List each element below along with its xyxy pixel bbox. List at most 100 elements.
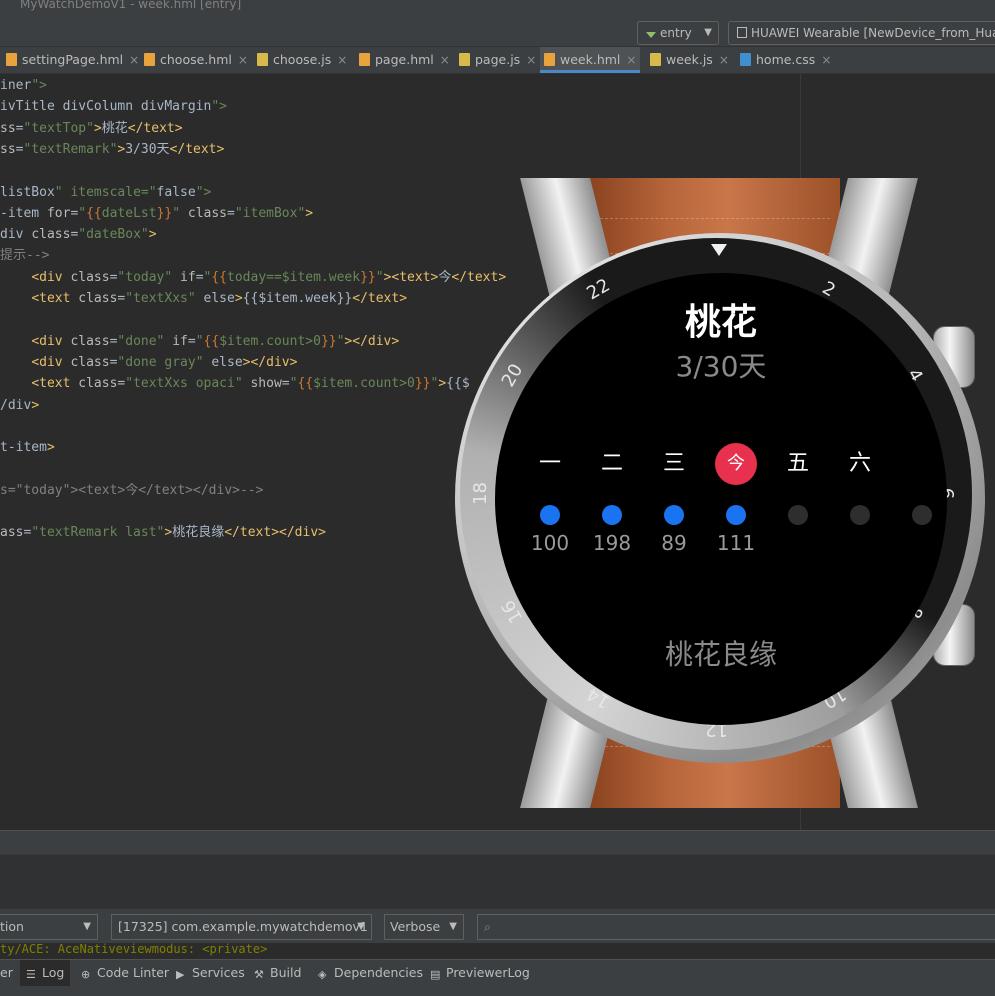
tab-page-js[interactable]: page.js × [455, 47, 540, 73]
bottom-tab-build[interactable]: ⚒ Build [248, 960, 307, 986]
close-icon[interactable]: × [440, 53, 450, 67]
css-file-icon [740, 53, 751, 66]
js-file-icon [257, 53, 268, 66]
chevron-down-icon: ▼ [357, 921, 365, 932]
bezel-number: 18 [469, 482, 491, 505]
done-dot [726, 505, 746, 525]
code-line[interactable]: iner"> [0, 75, 47, 96]
tab-label: choose.js [273, 52, 332, 67]
js-file-icon [650, 53, 661, 66]
tab-week-js[interactable]: week.js × [646, 47, 733, 73]
previewer-log-icon: ▤ [430, 968, 441, 981]
day-count: 89 [661, 531, 687, 555]
bottom-tab-services[interactable]: ▶ Services [170, 960, 251, 986]
close-icon[interactable]: × [626, 53, 636, 67]
editor-tabs: settingPage.hml × choose.hml × choose.js × pag… [0, 47, 995, 74]
code-line[interactable]: ss="textTop">桃花</text> [0, 118, 183, 139]
bottom-tab-label: PreviewerLog [446, 965, 530, 980]
hml-file-icon [544, 53, 555, 66]
hml-file-icon [359, 53, 370, 66]
code-line[interactable]: <div class="done" if="{{$item.count>0}}"… [0, 331, 399, 352]
bottom-tab-label: Code Linter [97, 965, 170, 980]
code-line[interactable]: <text class="textXxs" else>{{$item.week}… [0, 288, 407, 309]
log-process-select[interactable]: [17325] com.example.mywatchdemov1 ▼ [111, 914, 372, 940]
close-icon[interactable]: × [821, 53, 831, 67]
tab-settingpage-hml[interactable]: settingPage.hml × [2, 47, 143, 73]
code-line[interactable]: ss="textRemark">3/30天</text> [0, 139, 224, 160]
dependencies-icon: ◈ [318, 968, 327, 981]
code-line[interactable]: -item for="{{dateLst}}" class="itemBox"> [0, 203, 313, 224]
code-editor[interactable]: iner"> ivTitle divColumn divMargin"> ss="t… [0, 74, 995, 830]
close-icon[interactable]: × [526, 53, 536, 67]
module-select[interactable]: entry ▼ [637, 21, 719, 45]
tab-label: home.css [756, 52, 816, 67]
done-dot [602, 505, 622, 525]
close-icon[interactable]: × [337, 53, 347, 67]
tab-page-hml[interactable]: page.hml × [355, 47, 454, 73]
logcat-toolbar: tion ▼ [17325] com.example.mywatchdemov1… [0, 909, 995, 943]
tool-window-header [0, 854, 995, 910]
code-line[interactable]: listBox" itemscale="false"> [0, 182, 211, 203]
close-icon[interactable]: × [238, 53, 248, 67]
log-device-select[interactable]: tion ▼ [0, 914, 98, 940]
done-dot [540, 505, 560, 525]
code-line[interactable]: /div> [0, 395, 39, 416]
code-linter-icon: ⊕ [81, 968, 91, 981]
log-output[interactable]: ty/ACE: AceNativeviewmodus: <private> [0, 943, 995, 959]
tab-choose-hml[interactable]: choose.hml × [140, 47, 252, 73]
bottom-tab-label: er [0, 965, 13, 980]
screen-title: 桃花 [684, 302, 757, 343]
bottom-tab-label: Services [192, 965, 245, 980]
watch-screen[interactable]: 桃花 3/30天 桃花良缘 一 100 二 198 三 89 今 111 五 六 [495, 273, 947, 725]
day-label: 二 [600, 451, 623, 476]
close-icon[interactable]: × [719, 53, 729, 67]
tab-week-hml[interactable]: week.hml × [540, 47, 641, 73]
day-label: 一 [538, 451, 561, 476]
log-search-input[interactable]: ⌕ [477, 914, 995, 940]
day-count: 111 [716, 531, 756, 555]
code-line[interactable]: ass="textRemark last">桃花良缘</text></div> [0, 522, 326, 543]
pending-dot [850, 505, 870, 525]
bottom-tab-previewerlog[interactable]: ▤ PreviewerLog [424, 960, 536, 986]
hml-file-icon [144, 53, 155, 66]
tab-choose-js[interactable]: choose.js × [253, 47, 351, 73]
bottom-tab-er[interactable]: er [0, 960, 19, 986]
tab-home-css[interactable]: home.css × [736, 47, 835, 73]
code-line[interactable]: s="today"><text>今</text></div>--> [0, 480, 263, 501]
code-line[interactable]: ivTitle divColumn divMargin"> [0, 96, 227, 117]
watch-previewer: 222204186168141012 桃花 3/30天 桃花良缘 一100二19… [455, 178, 985, 808]
tab-label: page.js [475, 52, 521, 67]
code-line[interactable]: <text class="textXxs opaci" show="{{$ite… [0, 373, 469, 394]
device-select[interactable]: HUAWEI Wearable [NewDevice_from_Huaw [728, 21, 995, 45]
code-line[interactable]: <div class="today" if="{{today==$item.we… [0, 267, 506, 288]
device-icon [737, 27, 747, 38]
code-line[interactable]: div class="dateBox"> [0, 224, 157, 245]
done-dot [664, 505, 684, 525]
search-icon: ⌕ [484, 920, 491, 934]
tool-window-strip [0, 830, 995, 855]
tab-label: week.hml [560, 52, 621, 67]
chevron-down-icon: ▼ [83, 921, 91, 932]
chevron-down-icon: ▼ [704, 27, 712, 38]
js-file-icon [459, 53, 470, 66]
code-line[interactable]: 提示--> [0, 245, 49, 266]
day-label: 三 [662, 451, 685, 476]
log-level-select[interactable]: Verbose ▼ [384, 914, 464, 940]
module-icon [646, 32, 656, 38]
screen-subtitle: 3/30天 [675, 350, 767, 383]
bottom-tool-tabs: er ☰ Log ⊕ Code Linter ▶ Services ⚒ Build ◈ Depend… [0, 959, 995, 996]
close-icon[interactable]: × [129, 53, 139, 67]
bottom-tab-dependencies[interactable]: ◈ Dependencies [312, 960, 429, 986]
pending-dot [912, 505, 932, 525]
day-label: 五 [786, 451, 809, 476]
code-line[interactable]: <div class="done gray" else></div> [0, 352, 297, 373]
build-icon: ⚒ [254, 968, 264, 981]
tab-label: settingPage.hml [22, 52, 124, 67]
bottom-tab-log[interactable]: ☰ Log [20, 960, 71, 986]
code-line[interactable]: t-item> [0, 437, 55, 458]
log-icon: ☰ [26, 968, 36, 981]
screen-remark: 桃花良缘 [664, 638, 777, 671]
bezel-marker-icon [711, 244, 727, 256]
bottom-tab-label: Build [270, 965, 302, 980]
bottom-tab-code-linter[interactable]: ⊕ Code Linter [75, 960, 175, 986]
